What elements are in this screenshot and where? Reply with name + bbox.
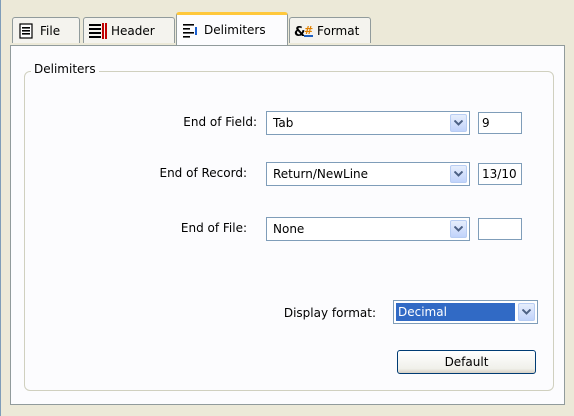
tab-delimiters[interactable]: Delimiters: [176, 12, 288, 45]
file-icon: [17, 22, 35, 40]
delimiters-icon: [181, 21, 199, 39]
header-icon: [88, 22, 107, 40]
end-of-file-value: None: [273, 222, 305, 236]
end-of-field-code-value: 9: [482, 116, 490, 130]
window-edge: [0, 0, 1, 416]
tab-file-label: File: [40, 23, 61, 38]
end-of-field-code[interactable]: 9: [478, 112, 522, 134]
end-of-record-code-value: 13/10: [482, 167, 517, 181]
end-of-record-code[interactable]: 13/10: [478, 163, 522, 185]
delimiters-dialog: File Header Delimiters & # Format Delimi…: [0, 0, 574, 416]
display-format-label: Display format:: [283, 306, 376, 320]
tab-strip: File Header Delimiters & # Format: [10, 10, 570, 46]
tab-delimiters-label: Delimiters: [204, 23, 266, 37]
chevron-down-icon[interactable]: [518, 303, 535, 321]
end-of-file-code[interactable]: [478, 218, 522, 240]
end-of-field-label: End of Field:: [183, 115, 257, 129]
tab-header-label: Header: [111, 23, 155, 38]
end-of-record-value: Return/NewLine: [273, 167, 369, 181]
default-button[interactable]: Default: [397, 350, 536, 374]
groupbox-title: Delimiters: [31, 62, 99, 76]
display-format-value: Decimal: [396, 303, 515, 321]
tab-format-label: Format: [317, 23, 360, 38]
end-of-field-value: Tab: [273, 116, 294, 130]
end-of-record-select[interactable]: Return/NewLine: [266, 162, 470, 186]
chevron-down-icon[interactable]: [450, 220, 467, 238]
end-of-file-label: End of File:: [180, 221, 247, 235]
end-of-record-label: End of Record:: [159, 166, 247, 180]
tab-file[interactable]: File: [12, 17, 80, 43]
tab-format[interactable]: & # Format: [289, 17, 371, 43]
format-icon: & #: [294, 22, 313, 40]
display-format-select[interactable]: Decimal: [393, 300, 538, 324]
tab-header[interactable]: Header: [83, 17, 175, 43]
end-of-field-select[interactable]: Tab: [266, 111, 470, 135]
chevron-down-icon[interactable]: [450, 165, 467, 183]
end-of-file-select[interactable]: None: [266, 217, 470, 241]
chevron-down-icon[interactable]: [450, 114, 467, 132]
